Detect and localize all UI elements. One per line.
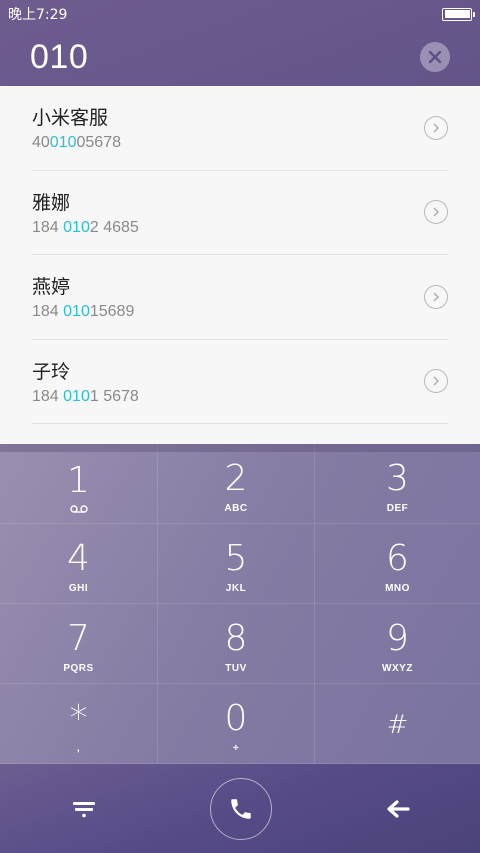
contact-detail-chevron-icon[interactable] <box>424 115 448 140</box>
battery-icon <box>442 7 475 21</box>
contact-detail-chevron-icon[interactable] <box>424 284 448 309</box>
key-9[interactable]: 9 WXYZ <box>315 604 480 684</box>
clear-number-button[interactable] <box>420 42 450 72</box>
backspace-arrow-icon <box>387 799 410 818</box>
contact-number: 4001005678 <box>32 134 121 152</box>
contact-detail-chevron-icon[interactable] <box>424 200 448 225</box>
call-button[interactable] <box>210 777 272 840</box>
contact-name: 小米客服 <box>32 107 109 130</box>
contact-row[interactable]: 雅娜 184 0102 4685 <box>32 171 448 255</box>
bottom-action-bar <box>0 764 480 853</box>
status-time: 晚上7:29 <box>8 7 68 23</box>
dialed-number: 010 <box>30 37 89 76</box>
key-7[interactable]: 7 PQRS <box>0 604 158 684</box>
contact-row[interactable]: 小米客服 4001005678 <box>32 86 448 171</box>
key-5[interactable]: 5 JKL <box>158 524 315 604</box>
dial-keypad: 1 2 ABC 3 DEF 4 GHI 5 JKL 6 MNO 7 PQRS 8… <box>0 444 480 764</box>
contact-number: 184 0101 5678 <box>32 387 139 405</box>
contact-match-list: 小米客服 4001005678 雅娜 184 0102 4685 燕婷 184 … <box>0 86 480 444</box>
menu-button[interactable] <box>72 800 96 818</box>
contact-name: 雅娜 <box>32 191 71 214</box>
clear-icon <box>428 50 442 64</box>
contact-number: 184 0102 4685 <box>32 218 139 236</box>
contact-row[interactable]: 子玲 184 0101 5678 <box>32 340 448 424</box>
key-0[interactable]: 0 + <box>158 684 315 764</box>
key-2[interactable]: 2 ABC <box>158 444 315 524</box>
key-hash[interactable]: # <box>315 684 480 764</box>
contact-row[interactable]: 燕婷 184 01015689 <box>32 255 448 340</box>
key-1[interactable]: 1 <box>0 444 158 524</box>
phone-icon <box>231 798 251 819</box>
key-4[interactable]: 4 GHI <box>0 524 158 604</box>
key-star[interactable]: * , <box>0 684 158 764</box>
backspace-button[interactable] <box>386 799 410 818</box>
status-bar: 晚上7:29 <box>0 0 480 28</box>
contact-name: 燕婷 <box>32 276 71 299</box>
contact-number: 184 01015689 <box>32 303 135 321</box>
key-3[interactable]: 3 DEF <box>315 444 480 524</box>
dialed-number-bar: 010 <box>0 28 480 86</box>
contact-detail-chevron-icon[interactable] <box>424 369 448 394</box>
contact-name: 子玲 <box>32 360 71 383</box>
key-8[interactable]: 8 TUV <box>158 604 315 684</box>
menu-icon <box>73 801 95 817</box>
key-6[interactable]: 6 MNO <box>315 524 480 604</box>
voicemail-icon <box>69 504 88 513</box>
